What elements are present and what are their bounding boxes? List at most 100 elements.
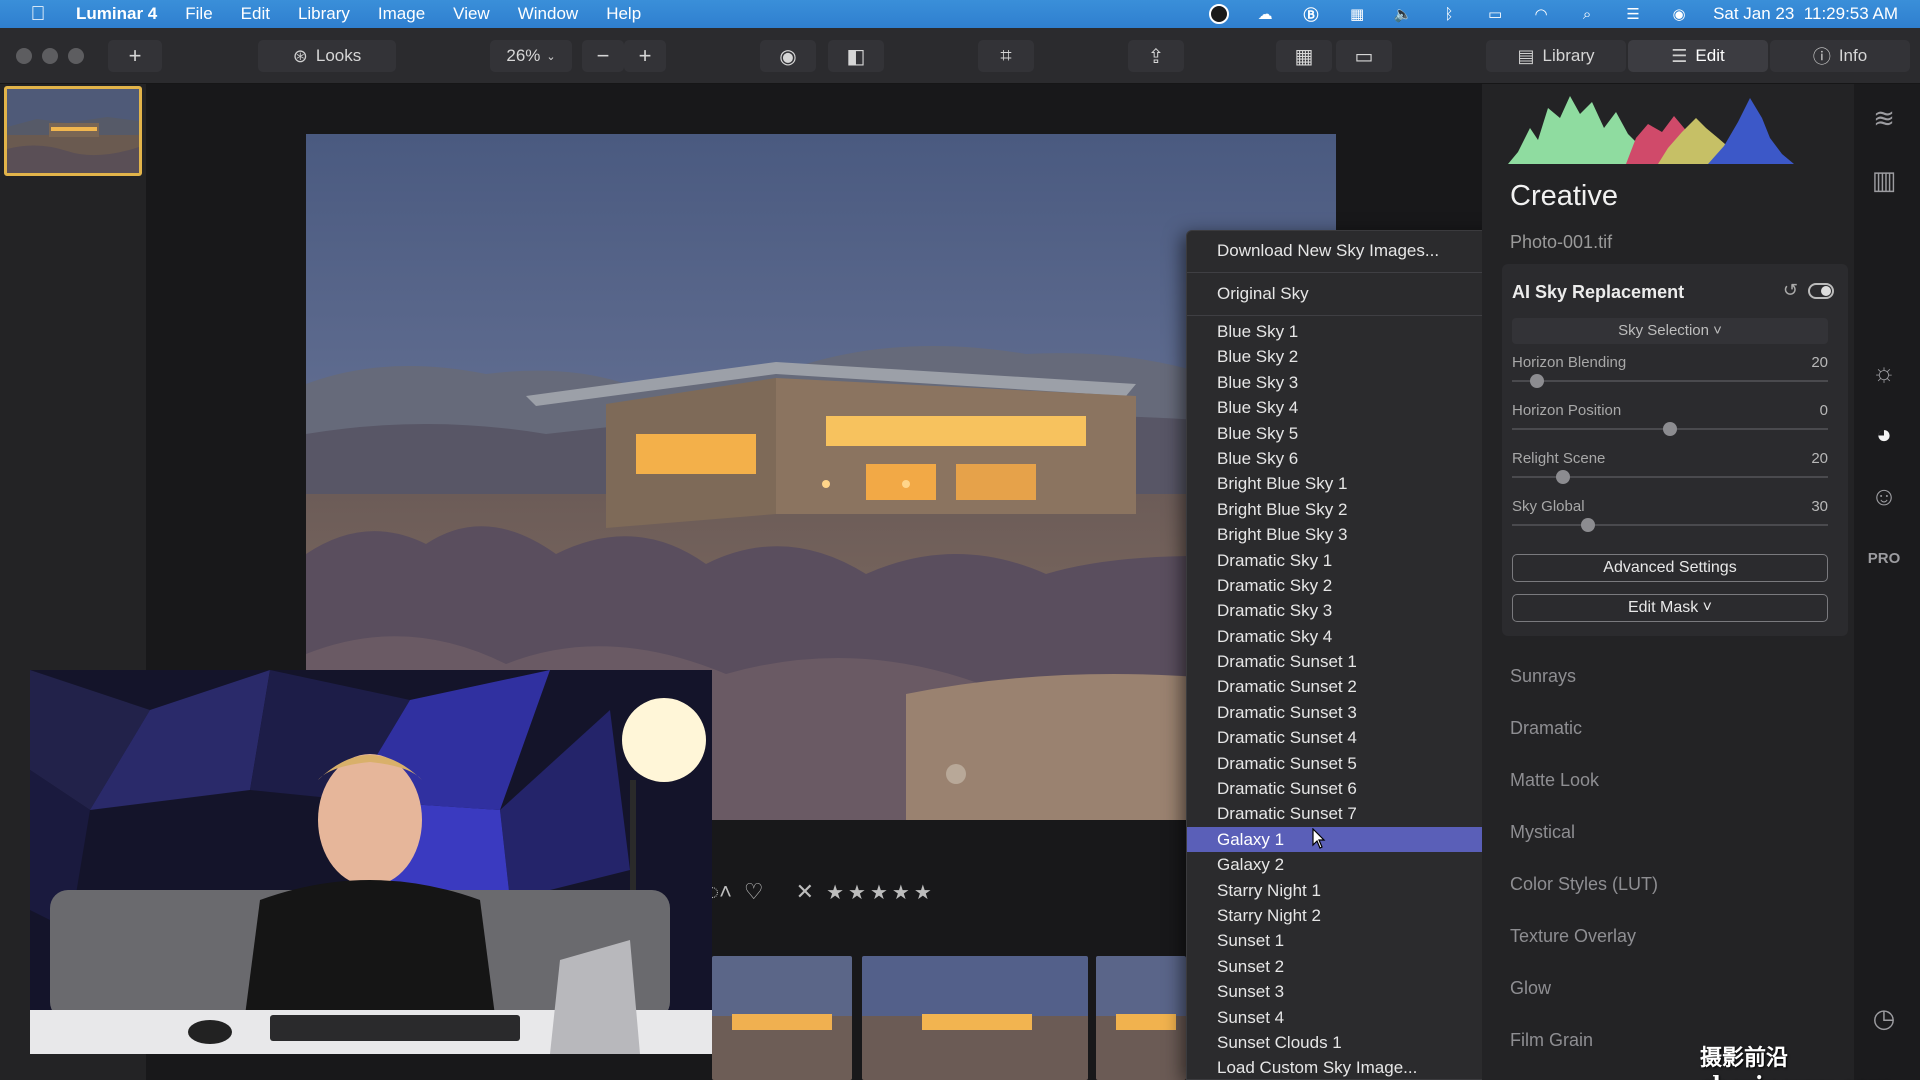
record-icon[interactable] xyxy=(1207,4,1231,24)
share-button[interactable]: ⇪ xyxy=(1128,40,1184,72)
sky-option[interactable]: Dramatic Sunset 2 xyxy=(1187,674,1509,699)
sky-option[interactable]: Sunset 4 xyxy=(1187,1005,1509,1030)
zoom-select[interactable]: 26% ⌄ xyxy=(490,40,572,72)
horizon-blending-slider[interactable]: Horizon Blending 20 xyxy=(1512,354,1828,394)
tab-edit[interactable]: ☰ Edit xyxy=(1628,40,1768,72)
b-app-icon[interactable]: Ⓑ xyxy=(1299,4,1323,24)
sky-option[interactable]: Starry Night 2 xyxy=(1187,903,1509,928)
layers-icon[interactable]: ≋ xyxy=(1866,100,1902,136)
tool-texture-overlay[interactable]: Texture Overlay xyxy=(1510,926,1636,947)
sky-option[interactable]: Dramatic Sky 4 xyxy=(1187,624,1509,649)
edit-mask-button[interactable]: Edit Mask ˅ xyxy=(1512,594,1828,622)
histogram[interactable] xyxy=(1508,88,1828,164)
pro-tools-icon[interactable]: PRO xyxy=(1866,540,1902,576)
sky-selection-dropdown-button[interactable]: Sky Selection ˅ xyxy=(1512,318,1828,344)
volume-icon[interactable]: 🔈 xyxy=(1391,4,1415,24)
clock[interactable]: Sat Jan 23 11:29:53 AM xyxy=(1713,4,1898,24)
sky-option[interactable]: Blue Sky 4 xyxy=(1187,395,1509,420)
film-thumbnail[interactable] xyxy=(712,956,852,1080)
advanced-settings-button[interactable]: Advanced Settings xyxy=(1512,554,1828,582)
sky-option[interactable]: Blue Sky 3 xyxy=(1187,370,1509,395)
bluetooth-icon[interactable]: ᛒ xyxy=(1437,4,1461,24)
relight-scene-slider[interactable]: Relight Scene 20 xyxy=(1512,450,1828,490)
essentials-sun-icon[interactable]: ☼ xyxy=(1866,354,1902,390)
load-custom-sky-item[interactable]: Load Custom Sky Image... xyxy=(1187,1055,1509,1079)
close-window-button[interactable] xyxy=(16,48,32,64)
looks-button[interactable]: ⊛ Looks xyxy=(258,40,396,72)
photo-thumbnail-selected[interactable] xyxy=(4,86,142,176)
sky-option[interactable]: Dramatic Sky 2 xyxy=(1187,573,1509,598)
tab-library[interactable]: ▤ Library xyxy=(1486,40,1626,72)
download-sky-images-item[interactable]: Download New Sky Images... xyxy=(1187,231,1509,271)
sky-option[interactable]: Dramatic Sky 1 xyxy=(1187,548,1509,573)
sky-option[interactable]: Dramatic Sunset 6 xyxy=(1187,776,1509,801)
tool-mystical[interactable]: Mystical xyxy=(1510,822,1575,843)
sky-option[interactable]: Bright Blue Sky 1 xyxy=(1187,471,1509,496)
tool-glow[interactable]: Glow xyxy=(1510,978,1551,999)
sky-option[interactable]: Blue Sky 5 xyxy=(1187,421,1509,446)
compare-button[interactable]: ◧ xyxy=(828,40,884,72)
sky-option[interactable]: Sunset 1 xyxy=(1187,928,1509,953)
slider-knob[interactable] xyxy=(1663,422,1677,436)
sky-option[interactable]: Bright Blue Sky 2 xyxy=(1187,497,1509,522)
siri-icon[interactable]: ◉ xyxy=(1667,4,1691,24)
menu-edit[interactable]: Edit xyxy=(241,4,270,24)
sky-option[interactable]: Starry Night 1 xyxy=(1187,878,1509,903)
app-menu[interactable]: Luminar 4 xyxy=(76,4,157,24)
horizon-position-slider[interactable]: Horizon Position 0 xyxy=(1512,402,1828,442)
reject-icon[interactable]: ✕ xyxy=(796,879,814,905)
sky-option[interactable]: Dramatic Sunset 4 xyxy=(1187,725,1509,750)
canvas-icon[interactable]: ▥ xyxy=(1866,162,1902,198)
sky-option[interactable]: Blue Sky 2 xyxy=(1187,344,1509,369)
sky-option[interactable]: Sunset 3 xyxy=(1187,979,1509,1004)
tool-dramatic[interactable]: Dramatic xyxy=(1510,718,1582,739)
control-center-icon[interactable]: ☰ xyxy=(1621,4,1645,24)
tab-info[interactable]: ⓘ Info xyxy=(1770,40,1910,72)
sky-option[interactable]: Galaxy 1 xyxy=(1187,826,1509,853)
sky-option[interactable]: Dramatic Sunset 5 xyxy=(1187,751,1509,776)
history-clock-icon[interactable]: ◷ xyxy=(1866,1000,1902,1036)
star-rating[interactable]: ★★★★★ xyxy=(826,880,936,905)
tool-sunrays[interactable]: Sunrays xyxy=(1510,666,1576,687)
single-view-button[interactable]: ▭ xyxy=(1336,40,1392,72)
portrait-face-icon[interactable]: ☺ xyxy=(1866,478,1902,514)
slider-knob[interactable] xyxy=(1580,518,1595,532)
sky-option[interactable]: Sunset Clouds 1 xyxy=(1187,1030,1509,1055)
creative-palette-icon[interactable]: ◕ xyxy=(1866,416,1902,452)
sky-option[interactable]: Bright Blue Sky 3 xyxy=(1187,522,1509,547)
zoom-out-button[interactable]: − xyxy=(582,40,624,72)
sky-option[interactable]: Blue Sky 6 xyxy=(1187,446,1509,471)
sky-option[interactable]: Dramatic Sunset 7 xyxy=(1187,801,1509,826)
search-icon[interactable]: ⌕ xyxy=(1575,4,1599,24)
menu-window[interactable]: Window xyxy=(518,4,578,24)
apple-menu-icon[interactable]:  xyxy=(0,3,76,26)
sky-option[interactable]: Sunset 2 xyxy=(1187,954,1509,979)
sky-global-slider[interactable]: Sky Global 30 xyxy=(1512,498,1828,538)
tool-matte-look[interactable]: Matte Look xyxy=(1510,770,1599,791)
crop-button[interactable]: ⌗ xyxy=(978,40,1034,72)
add-button[interactable]: + xyxy=(108,40,162,72)
zoom-in-button[interactable]: + xyxy=(624,40,666,72)
grid-view-button[interactable]: ▦ xyxy=(1276,40,1332,72)
menu-view[interactable]: View xyxy=(453,4,490,24)
zoom-window-button[interactable] xyxy=(68,48,84,64)
cloud-icon[interactable]: ☁ xyxy=(1253,4,1277,24)
sky-option[interactable]: Dramatic Sunset 1 xyxy=(1187,649,1509,674)
minimize-window-button[interactable] xyxy=(42,48,58,64)
menu-help[interactable]: Help xyxy=(606,4,641,24)
calendar-icon[interactable]: ▦ xyxy=(1345,4,1369,24)
slider-track[interactable] xyxy=(1512,524,1828,526)
menu-image[interactable]: Image xyxy=(378,4,425,24)
wifi-icon[interactable]: ◠ xyxy=(1529,4,1553,24)
ai-sky-replacement-title[interactable]: AI Sky Replacement xyxy=(1512,282,1684,303)
sky-option[interactable]: Dramatic Sky 3 xyxy=(1187,598,1509,623)
sky-option[interactable]: Blue Sky 1 xyxy=(1187,319,1509,344)
slider-knob[interactable] xyxy=(1530,374,1545,388)
slider-knob[interactable] xyxy=(1555,470,1570,484)
menu-library[interactable]: Library xyxy=(298,4,350,24)
original-sky-item[interactable]: Original Sky xyxy=(1187,274,1509,314)
sky-option[interactable]: Dramatic Sunset 3 xyxy=(1187,700,1509,725)
enable-toggle[interactable] xyxy=(1808,283,1834,299)
film-thumbnail[interactable] xyxy=(1096,956,1186,1080)
sky-option[interactable]: Galaxy 2 xyxy=(1187,852,1509,877)
